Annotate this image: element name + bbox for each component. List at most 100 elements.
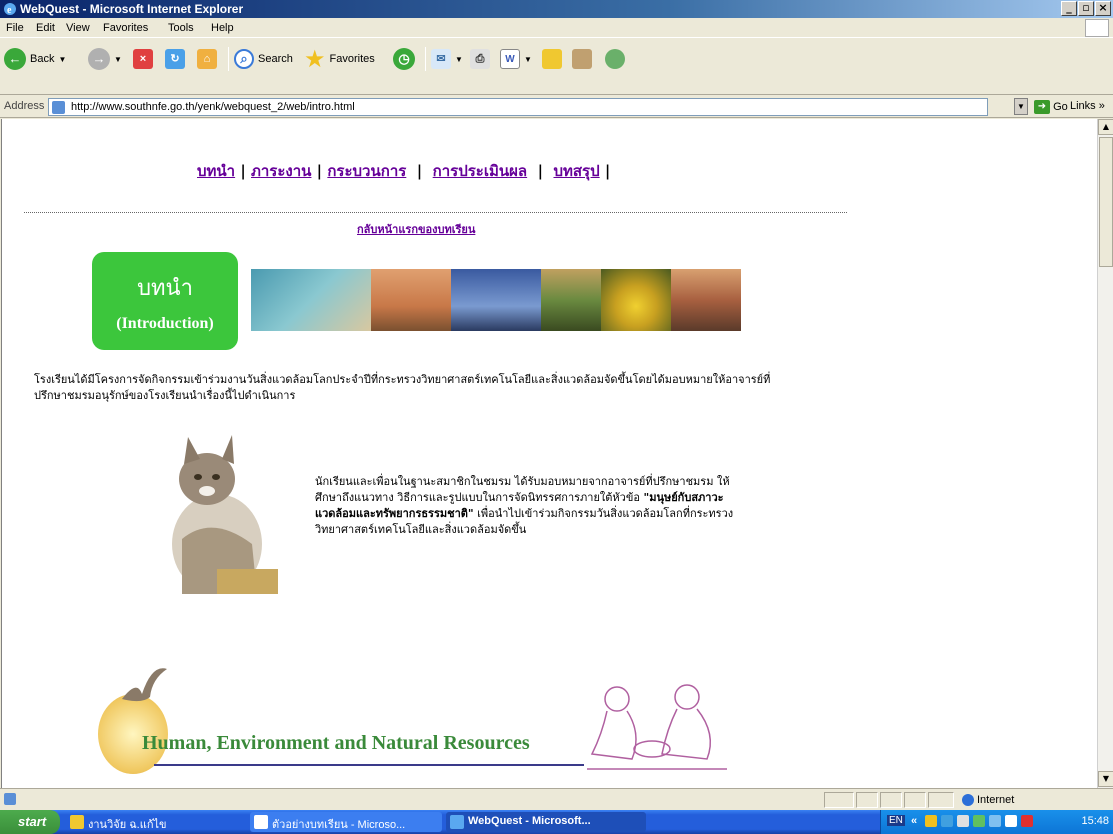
refresh-button[interactable]: ↻	[165, 44, 185, 74]
print-button[interactable]: ⎙	[470, 44, 490, 74]
ie-logo-icon	[450, 815, 464, 829]
scroll-thumb[interactable]	[1099, 137, 1113, 267]
menu-favorites[interactable]: Favorites	[103, 22, 148, 34]
messenger-icon	[605, 49, 625, 69]
banner-title: Human, Environment and Natural Resources	[142, 732, 530, 754]
address-label: Address	[4, 100, 45, 112]
folder-icon	[70, 815, 84, 829]
windows-flag-icon	[1085, 19, 1109, 37]
forward-button[interactable]: → ▼	[88, 44, 122, 74]
back-button[interactable]: ← Back ▼	[4, 44, 66, 74]
go-arrow-icon: ➜	[1034, 100, 1050, 114]
menu-help[interactable]: Help	[211, 22, 234, 34]
webquest-nav: บทนำ | ภาระงาน | กระบวนการ | การประเมินผ…	[197, 162, 611, 180]
menu-bar: File Edit View Favorites Tools Help	[0, 18, 1113, 38]
chevron-down-icon[interactable]: ▼	[524, 55, 532, 64]
home-icon: ⌂	[197, 49, 217, 69]
taskbar-item-folder[interactable]: งานวิจัย ฉ.แก้ไข	[66, 812, 246, 832]
refresh-icon: ↻	[165, 49, 185, 69]
stop-button[interactable]: ×	[133, 44, 153, 74]
menu-file[interactable]: File	[6, 22, 24, 34]
environment-banner: Human, Environment and Natural Resources	[92, 659, 732, 779]
history-button[interactable]: ◷	[393, 44, 415, 74]
print-icon: ⎙	[470, 49, 490, 69]
go-button[interactable]: ➜ Go	[1034, 100, 1068, 114]
stop-icon: ×	[133, 49, 153, 69]
research-icon	[572, 49, 592, 69]
messenger-button[interactable]	[605, 44, 625, 74]
intro-badge: บทนำ (Introduction)	[92, 252, 238, 350]
title-bar[interactable]: e WebQuest - Microsoft Internet Explorer…	[0, 0, 1113, 18]
chevron-down-icon[interactable]: ▼	[455, 55, 463, 64]
maximize-button[interactable]: ▫	[1078, 1, 1094, 16]
menu-view[interactable]: View	[66, 22, 90, 34]
badge-thai-title: บทนำ	[137, 276, 193, 301]
system-tray: EN « 15:48	[880, 810, 1113, 834]
taskbar-item-word[interactable]: ตัวอย่างบทเรียน - Microso...	[250, 812, 442, 832]
nav-conclusion-link[interactable]: บทสรุป	[553, 162, 599, 180]
ie-window: e WebQuest - Microsoft Internet Explorer…	[0, 0, 1113, 834]
shield-icon[interactable]	[925, 815, 937, 827]
page-icon	[52, 101, 65, 114]
links-button[interactable]: Links »	[1070, 100, 1105, 112]
bird-icon	[122, 668, 167, 702]
discuss-button[interactable]	[542, 44, 562, 74]
dotted-divider	[24, 212, 847, 213]
taskbar: start งานวิจัย ฉ.แก้ไข ตัวอย่างบทเรียน -…	[0, 810, 1113, 834]
folder-icon	[542, 49, 562, 69]
tray-icon[interactable]	[973, 815, 985, 827]
badge-english-title: (Introduction)	[116, 315, 214, 332]
cat-image	[172, 435, 278, 594]
forward-arrow-icon: →	[88, 48, 110, 70]
start-button[interactable]: start	[0, 810, 60, 834]
banner-underline	[154, 764, 584, 766]
task-paragraph: นักเรียนและเพื่อนในฐานะสมาชิกในชมรม ได้ร…	[315, 475, 734, 536]
back-to-home-link[interactable]: กลับหน้าแรกของบทเรียน	[357, 220, 475, 238]
address-bar: Address http://www.southnfe.go.th/yenk/w…	[0, 96, 1113, 118]
ie-logo-icon: e	[4, 3, 16, 16]
intro-paragraph: โรงเรียนได้มีโครงการจัดกิจกรรมเข้าร่วมงา…	[34, 373, 771, 402]
antivirus-icon[interactable]	[1021, 815, 1033, 827]
tray-expand-icon[interactable]: «	[911, 815, 917, 827]
scroll-down-icon[interactable]: ▼	[1098, 771, 1113, 787]
taskbar-item-ie[interactable]: WebQuest - Microsoft...	[446, 812, 646, 832]
close-button[interactable]: ×	[1095, 1, 1111, 16]
chevron-down-icon[interactable]: ▼	[114, 55, 122, 64]
menu-tools[interactable]: Tools	[168, 22, 194, 34]
edit-button[interactable]: W ▼	[500, 44, 532, 74]
address-url: http://www.southnfe.go.th/yenk/webquest_…	[71, 101, 355, 113]
clock: 15:48	[1081, 815, 1109, 827]
language-indicator[interactable]: EN	[887, 815, 905, 826]
word-icon	[254, 815, 268, 829]
research-button[interactable]	[572, 44, 592, 74]
search-button[interactable]: ⌕ Search	[234, 44, 293, 74]
tray-icon[interactable]	[989, 815, 1001, 827]
nature-collage-image	[251, 269, 741, 331]
star-icon: ★	[304, 45, 326, 73]
chevron-down-icon[interactable]: ▼	[58, 55, 66, 64]
nav-process-link[interactable]: กระบวนการ	[327, 162, 406, 180]
network-icon[interactable]	[941, 815, 953, 827]
mail-button[interactable]: ✉ ▼	[431, 44, 463, 74]
globe-icon	[962, 794, 974, 807]
menu-edit[interactable]: Edit	[36, 22, 55, 34]
nav-intro-link[interactable]: บทนำ	[197, 162, 235, 180]
window-title: WebQuest - Microsoft Internet Explorer	[20, 2, 244, 16]
toolbar: ← Back ▼ → ▼ × ↻ ⌂ ⌕ Search ★ Favorites …	[0, 39, 1113, 95]
children-drawing-image	[587, 684, 727, 770]
status-bar: Internet	[0, 788, 1113, 810]
vertical-scrollbar[interactable]: ▲ ▼	[1097, 119, 1113, 788]
nav-task-link[interactable]: ภาระงาน	[251, 162, 311, 180]
scroll-up-icon[interactable]: ▲	[1098, 119, 1113, 135]
word-icon: W	[500, 49, 520, 69]
address-dropdown-icon[interactable]: ▼	[1014, 98, 1028, 115]
back-arrow-icon: ←	[4, 48, 26, 70]
favorites-button[interactable]: ★ Favorites	[304, 44, 375, 74]
nav-evaluation-link[interactable]: การประเมินผล	[433, 162, 527, 180]
address-input[interactable]: http://www.southnfe.go.th/yenk/webquest_…	[48, 98, 988, 116]
tray-icon[interactable]	[1005, 815, 1017, 827]
tray-icon[interactable]	[957, 815, 969, 827]
home-button[interactable]: ⌂	[197, 44, 217, 74]
minimize-button[interactable]: _	[1061, 1, 1077, 16]
svg-text:e: e	[7, 5, 12, 16]
